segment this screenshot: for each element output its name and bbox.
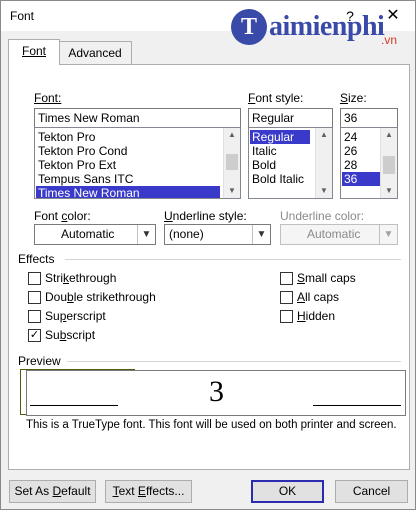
- font-style-item[interactable]: Bold: [250, 158, 312, 172]
- underline-style-select[interactable]: (none) ▼: [164, 224, 271, 245]
- font-style-item[interactable]: Italic: [250, 144, 312, 158]
- font-list-item-selected[interactable]: Times New Roman: [36, 186, 220, 198]
- chevron-down-icon: ▼: [137, 225, 155, 244]
- font-style-scrollbar[interactable]: ▲ ▼: [315, 128, 332, 198]
- help-button[interactable]: ?: [339, 5, 361, 27]
- font-style-list[interactable]: Regular Italic Bold Bold Italic ▲ ▼: [248, 127, 333, 199]
- preview-baseline-right: [313, 405, 401, 406]
- scroll-up-icon[interactable]: ▲: [381, 128, 397, 142]
- font-list-item[interactable]: Tekton Pro Cond: [36, 144, 223, 158]
- font-list[interactable]: Tekton Pro Tekton Pro Cond Tekton Pro Ex…: [34, 127, 241, 199]
- chevron-down-icon: ▼: [379, 225, 397, 244]
- font-style-item[interactable]: Bold Italic: [250, 172, 312, 186]
- font-label: Font:: [34, 91, 62, 105]
- font-style-input[interactable]: Regular: [248, 108, 333, 128]
- scroll-down-icon[interactable]: ▼: [224, 184, 240, 198]
- size-input[interactable]: 36: [340, 108, 398, 128]
- underline-style-label: Underline style:: [164, 209, 247, 223]
- size-list-item[interactable]: 28: [342, 158, 380, 172]
- font-color-value: Automatic: [61, 227, 115, 241]
- preview-note: This is a TrueType font. This font will …: [26, 419, 397, 431]
- close-button[interactable]: ✕: [381, 5, 405, 27]
- double-strikethrough-label: Double strikethrough: [45, 290, 156, 304]
- hidden-checkbox[interactable]: [280, 310, 293, 323]
- title-bar: Font T aimienphi .vn ? ✕: [1, 1, 415, 47]
- scroll-thumb[interactable]: [383, 156, 395, 174]
- double-strikethrough-checkbox[interactable]: [28, 291, 41, 304]
- preview-box: 3: [26, 370, 406, 416]
- font-list-scrollbar[interactable]: ▲ ▼: [223, 128, 240, 198]
- scroll-down-icon[interactable]: ▼: [316, 184, 332, 198]
- all-caps-checkbox[interactable]: [280, 291, 293, 304]
- tab-font-label: Font: [21, 44, 46, 58]
- size-list-scrollbar[interactable]: ▲ ▼: [380, 128, 397, 198]
- size-list[interactable]: 24 26 28 36 ▲ ▼: [340, 127, 398, 199]
- underline-color-value: Automatic: [307, 227, 361, 241]
- font-list-item[interactable]: Tekton Pro: [36, 130, 223, 144]
- size-list-item[interactable]: 26: [342, 144, 380, 158]
- superscript-label: Superscript: [45, 309, 106, 323]
- font-list-item[interactable]: Tekton Pro Ext: [36, 158, 223, 172]
- font-style-item-selected[interactable]: Regular: [250, 130, 310, 144]
- chevron-down-icon: ▼: [252, 225, 270, 244]
- underline-color-select: Automatic ▼: [280, 224, 398, 245]
- ok-button[interactable]: OK: [251, 480, 324, 503]
- small-caps-label: Small caps: [297, 271, 356, 285]
- set-as-default-button[interactable]: Set As Default: [9, 480, 96, 503]
- scroll-up-icon[interactable]: ▲: [224, 128, 240, 142]
- superscript-checkbox[interactable]: [28, 310, 41, 323]
- underline-style-value: (none): [169, 227, 204, 241]
- font-name-input[interactable]: Times New Roman: [34, 108, 241, 128]
- font-color-label: Font color:: [34, 209, 91, 223]
- font-style-label: Font style:: [248, 91, 304, 105]
- preview-divider: [67, 361, 401, 362]
- tab-font[interactable]: Font: [8, 39, 60, 65]
- dialog-title: Font: [10, 9, 35, 23]
- small-caps-checkbox[interactable]: [280, 272, 293, 285]
- strikethrough-checkbox[interactable]: [28, 272, 41, 285]
- font-list-item[interactable]: Tempus Sans ITC: [36, 172, 223, 186]
- size-list-item-selected[interactable]: 36: [342, 172, 380, 186]
- size-list-item[interactable]: 24: [342, 130, 380, 144]
- watermark-text: aimienphi: [269, 11, 385, 42]
- preview-sample: 3: [209, 375, 224, 408]
- watermark-mark: T: [231, 9, 267, 45]
- preview-baseline-left: [30, 405, 118, 406]
- scroll-up-icon[interactable]: ▲: [316, 128, 332, 142]
- text-effects-button[interactable]: Text Effects...: [105, 480, 192, 503]
- watermark-sub: .vn: [381, 33, 398, 47]
- subscript-label: Subscript: [45, 328, 96, 342]
- tab-advanced[interactable]: Advanced: [58, 41, 132, 64]
- tab-advanced-label: Advanced: [68, 46, 122, 60]
- effects-heading: Effects: [18, 252, 55, 266]
- preview-heading: Preview: [18, 354, 61, 368]
- scroll-down-icon[interactable]: ▼: [381, 184, 397, 198]
- scroll-thumb[interactable]: [226, 154, 238, 170]
- underline-color-label: Underline color:: [280, 209, 365, 223]
- subscript-checkbox[interactable]: ✓: [28, 329, 41, 342]
- hidden-label: Hidden: [297, 309, 336, 323]
- size-label: Size:: [340, 91, 367, 105]
- all-caps-label: All caps: [297, 290, 340, 304]
- strikethrough-label: Strikethrough: [45, 271, 117, 285]
- cancel-button[interactable]: Cancel: [335, 480, 408, 503]
- font-color-select[interactable]: Automatic ▼: [34, 224, 156, 245]
- effects-divider: [65, 259, 401, 260]
- font-dialog: Font T aimienphi .vn ? ✕ Font Advanced F…: [0, 0, 416, 510]
